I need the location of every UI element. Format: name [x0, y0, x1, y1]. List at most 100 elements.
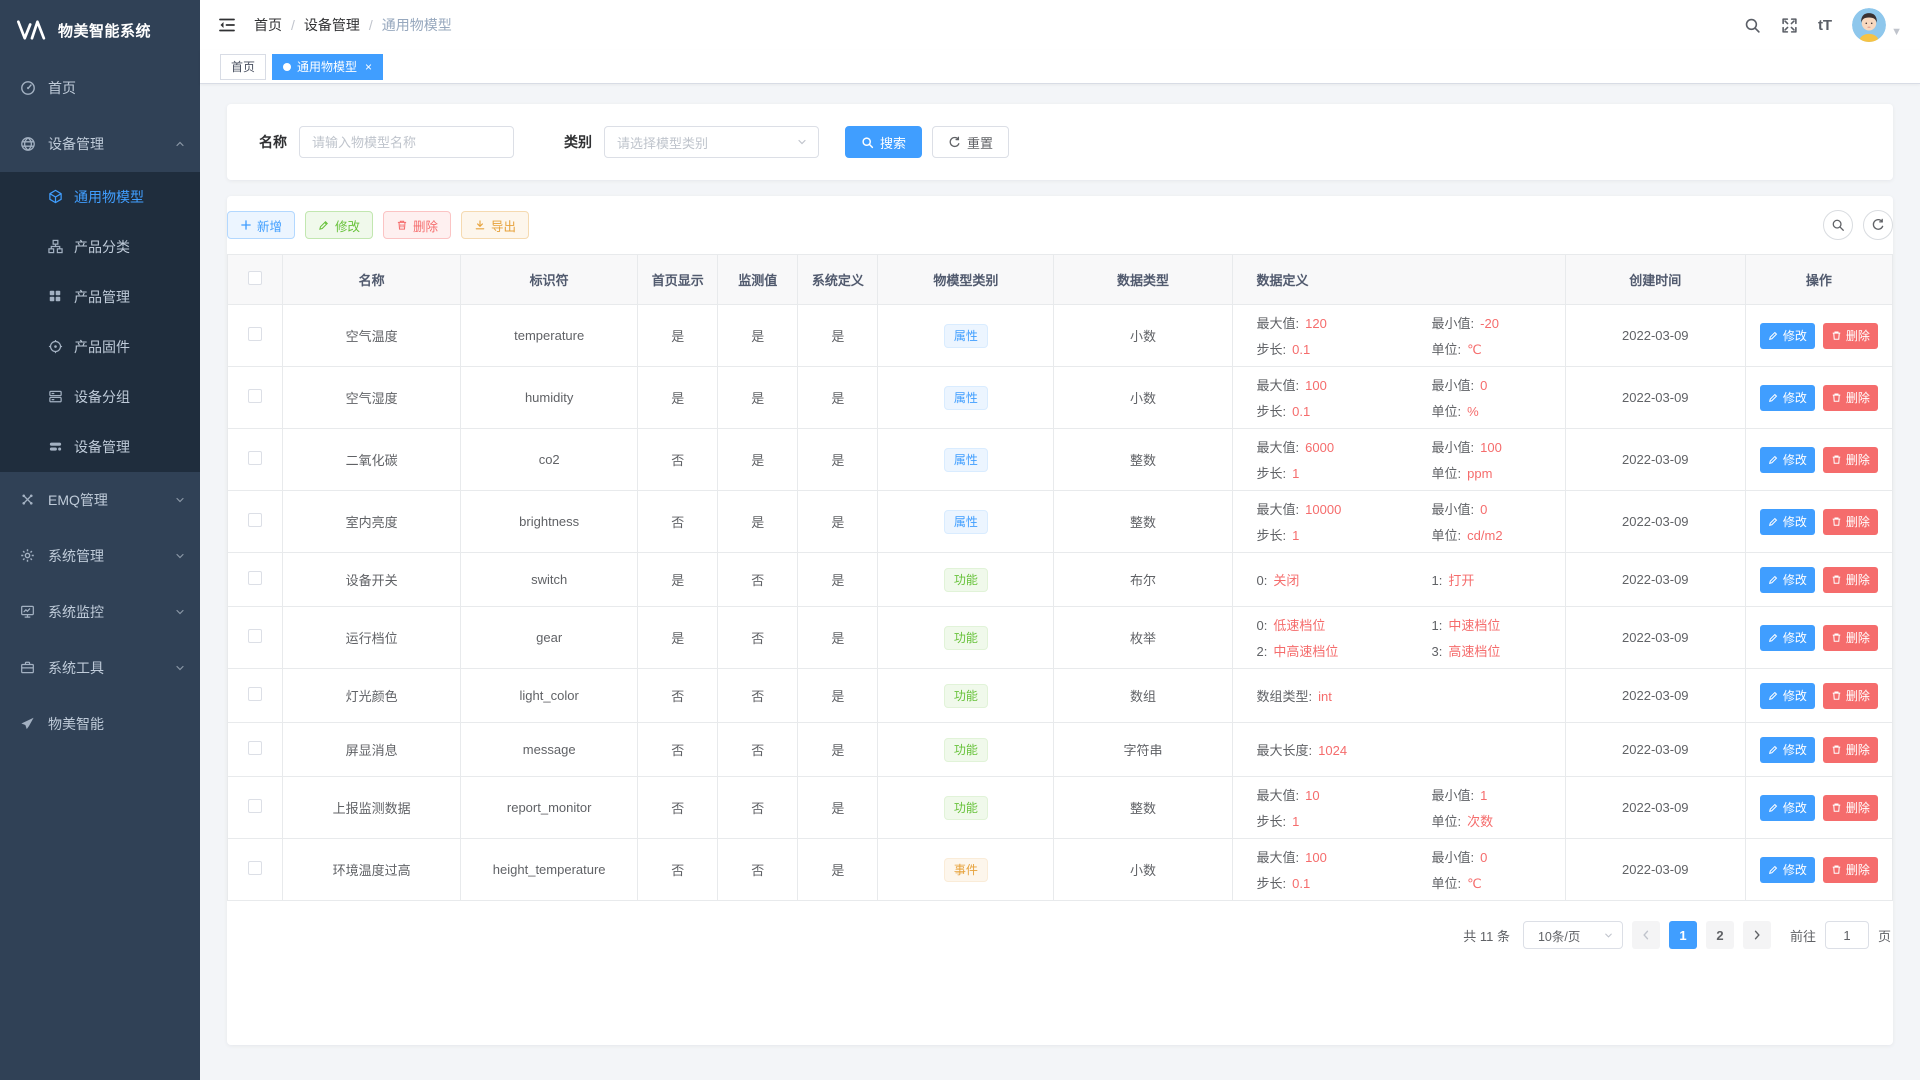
row-system-defined: 是: [798, 367, 878, 429]
row-checkbox[interactable]: [248, 513, 262, 527]
avatar[interactable]: [1852, 8, 1886, 42]
sidebar-item-device-list[interactable]: 设备管理: [0, 422, 200, 472]
col-home-display: 首页显示: [638, 255, 718, 305]
refresh-table-icon[interactable]: [1863, 210, 1893, 240]
row-checkbox[interactable]: [248, 389, 262, 403]
search-button[interactable]: 搜索: [845, 126, 922, 158]
row-checkbox[interactable]: [248, 687, 262, 701]
search-icon[interactable]: [1744, 17, 1761, 34]
prev-page-button[interactable]: [1632, 921, 1660, 949]
export-button[interactable]: 导出: [461, 211, 529, 239]
row-delete-button[interactable]: 删除: [1823, 323, 1878, 349]
row-data-type: 整数: [1054, 491, 1232, 553]
category-filter-select[interactable]: 请选择模型类别: [604, 126, 819, 158]
show-search-icon[interactable]: [1823, 210, 1853, 240]
sidebar-item-system-monitor[interactable]: 系统监控: [0, 584, 200, 640]
col-name: 名称: [283, 255, 461, 305]
definition-pair: 最小值:0: [1432, 847, 1555, 866]
row-delete-button[interactable]: 删除: [1823, 385, 1878, 411]
user-menu[interactable]: ▼: [1852, 8, 1902, 42]
row-edit-button[interactable]: 修改: [1760, 625, 1815, 651]
sidebar-item-home[interactable]: 首页: [0, 60, 200, 116]
row-edit-button[interactable]: 修改: [1760, 857, 1815, 883]
sidebar-item-emq[interactable]: EMQ管理: [0, 472, 200, 528]
definition-grid: 最大值:100最小值:0步长:0.1单位:℃: [1257, 847, 1555, 892]
breadcrumb-device-manage[interactable]: 设备管理: [304, 15, 360, 35]
sidebar-item-device-manage[interactable]: 设备管理: [0, 116, 200, 172]
page-size-select[interactable]: 10条/页: [1523, 921, 1623, 949]
row-delete-button[interactable]: 删除: [1823, 857, 1878, 883]
row-edit-button[interactable]: 修改: [1760, 385, 1815, 411]
table-row: 灯光颜色light_color否否是功能数组数组类型:int2022-03-09…: [228, 669, 1893, 723]
active-dot-icon: [283, 63, 291, 71]
reset-button[interactable]: 重置: [932, 126, 1009, 158]
category-filter-label: 类别: [564, 132, 592, 152]
row-delete-button[interactable]: 删除: [1823, 447, 1878, 473]
name-filter-input[interactable]: [299, 126, 514, 158]
row-checkbox[interactable]: [248, 451, 262, 465]
breadcrumb-home[interactable]: 首页: [254, 15, 282, 35]
row-data-type: 数组: [1054, 669, 1232, 723]
category-tag: 事件: [944, 858, 988, 882]
row-identifier: message: [461, 723, 638, 777]
row-edit-button[interactable]: 修改: [1760, 737, 1815, 763]
row-data-type: 字符串: [1054, 723, 1232, 777]
row-data-type: 小数: [1054, 305, 1232, 367]
tab-thing-model[interactable]: 通用物模型 ×: [272, 54, 383, 80]
page-button-1[interactable]: 1: [1669, 921, 1697, 949]
row-delete-button[interactable]: 删除: [1823, 567, 1878, 593]
row-delete-button[interactable]: 删除: [1823, 683, 1878, 709]
sidebar-collapse-icon[interactable]: [200, 0, 254, 50]
sidebar-item-product-manage[interactable]: 产品管理: [0, 272, 200, 322]
row-checkbox[interactable]: [248, 571, 262, 585]
sidebar-item-device-group[interactable]: 设备分组: [0, 372, 200, 422]
row-edit-button[interactable]: 修改: [1760, 509, 1815, 535]
row-delete-button[interactable]: 删除: [1823, 509, 1878, 535]
dashboard-icon: [20, 80, 36, 96]
definition-label: 0:: [1257, 573, 1268, 588]
next-page-button[interactable]: [1743, 921, 1771, 949]
definition-value: 中速档位: [1448, 618, 1500, 633]
sidebar-item-wumei-smart[interactable]: 物美智能: [0, 696, 200, 752]
close-icon[interactable]: ×: [365, 60, 372, 74]
row-checkbox[interactable]: [248, 861, 262, 875]
row-edit-button[interactable]: 修改: [1760, 447, 1815, 473]
row-system-defined: 是: [798, 839, 878, 901]
sidebar-item-system-tools[interactable]: 系统工具: [0, 640, 200, 696]
row-edit-button[interactable]: 修改: [1760, 683, 1815, 709]
row-checkbox[interactable]: [248, 741, 262, 755]
definition-label: 步长:: [1257, 876, 1287, 891]
row-edit-button[interactable]: 修改: [1760, 567, 1815, 593]
delete-button[interactable]: 删除: [383, 211, 451, 239]
row-checkbox[interactable]: [248, 799, 262, 813]
definition-pair: 单位:cd/m2: [1432, 525, 1555, 544]
edit-button[interactable]: 修改: [305, 211, 373, 239]
sidebar-item-product-firmware[interactable]: 产品固件: [0, 322, 200, 372]
row-delete-button[interactable]: 删除: [1823, 737, 1878, 763]
definition-label: 最大长度:: [1257, 743, 1313, 758]
row-data-definition: 0:低速档位1:中速档位2:中高速档位3:高速档位: [1232, 607, 1565, 669]
definition-pair: 最大值:10: [1257, 785, 1432, 804]
row-edit-button[interactable]: 修改: [1760, 323, 1815, 349]
row-data-definition: 最大值:100最小值:0步长:0.1单位:℃: [1232, 839, 1565, 901]
sidebar-item-label: 产品管理: [74, 287, 130, 307]
row-checkbox[interactable]: [248, 327, 262, 341]
row-system-defined: 是: [798, 607, 878, 669]
add-button[interactable]: 新增: [227, 211, 295, 239]
fullscreen-icon[interactable]: [1781, 17, 1798, 34]
sidebar-item-system-manage[interactable]: 系统管理: [0, 528, 200, 584]
font-size-icon[interactable]: tT: [1818, 17, 1832, 34]
goto-page-input[interactable]: [1825, 921, 1869, 949]
row-checkbox[interactable]: [248, 629, 262, 643]
definition-pair: 数组类型:int: [1257, 686, 1432, 705]
sidebar-item-product-category[interactable]: 产品分类: [0, 222, 200, 272]
row-delete-button[interactable]: 删除: [1823, 795, 1878, 821]
sidebar-item-thing-model[interactable]: 通用物模型: [0, 172, 200, 222]
tab-home[interactable]: 首页: [220, 54, 266, 80]
select-all-checkbox[interactable]: [248, 271, 262, 285]
row-delete-button[interactable]: 删除: [1823, 625, 1878, 651]
definition-label: 数组类型:: [1257, 689, 1313, 704]
page-button-2[interactable]: 2: [1706, 921, 1734, 949]
definition-value: 1024: [1318, 743, 1347, 758]
row-edit-button[interactable]: 修改: [1760, 795, 1815, 821]
